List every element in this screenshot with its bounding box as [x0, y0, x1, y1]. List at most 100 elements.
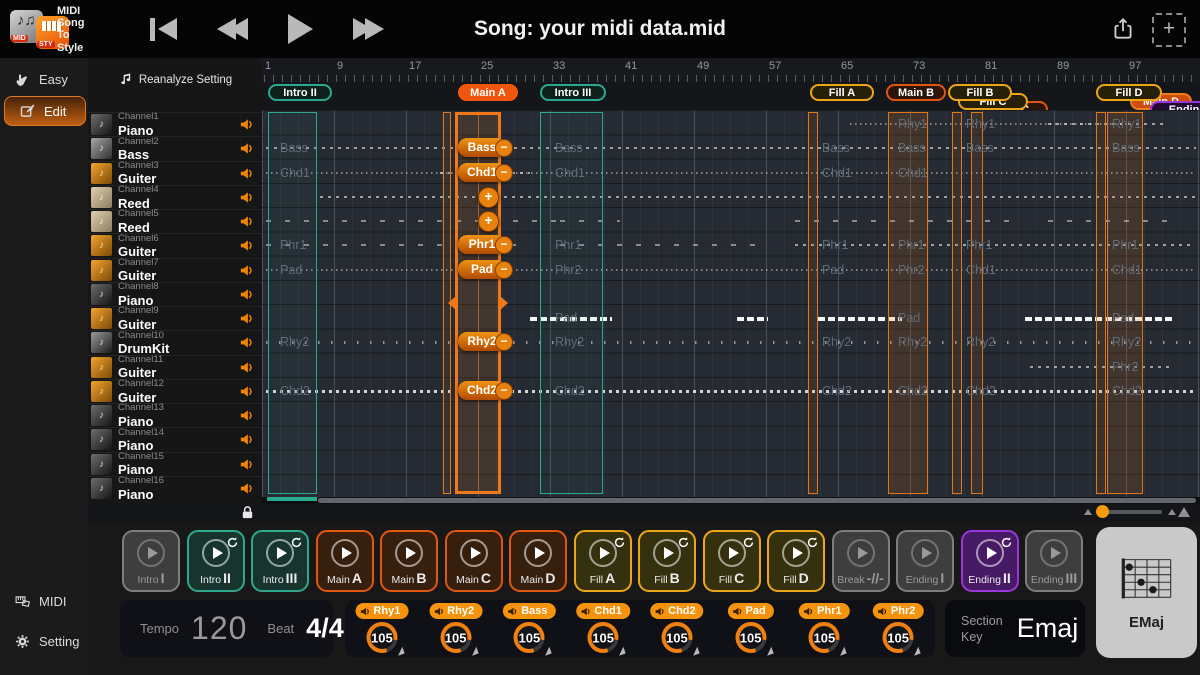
reanalyze-setting-button[interactable]: Reanalyze Setting	[88, 72, 262, 87]
zoom-in-icon[interactable]	[1178, 507, 1190, 517]
track-mute-pill-pad[interactable]: Pad	[728, 603, 774, 619]
section-button-ending-ii[interactable]: EndingII	[961, 530, 1019, 592]
part-pill-phr1[interactable]: Phr1 −	[458, 235, 506, 254]
accent-region[interactable]	[952, 112, 962, 494]
speaker-icon[interactable]	[239, 263, 254, 278]
speaker-icon[interactable]	[239, 384, 254, 399]
part-pill-chd2[interactable]: Chd2 −	[458, 381, 506, 400]
remove-part-icon[interactable]: −	[495, 236, 513, 254]
channel-row-channel3[interactable]: ♪ Channel3 Guiter	[88, 161, 262, 185]
channel-row-channel6[interactable]: ♪ Channel6 Guiter	[88, 233, 262, 257]
timeline-section-intro-iii[interactable]: Intro III	[540, 84, 606, 101]
volume-knob-rhy1[interactable]: 105	[366, 622, 397, 653]
play-button[interactable]	[288, 14, 313, 44]
channel-row-channel7[interactable]: ♪ Channel7 Guiter	[88, 258, 262, 282]
measure-ruler[interactable]: 191725334149576573818997	[262, 58, 1200, 83]
section-button-fill-d[interactable]: FillD	[767, 530, 825, 592]
lock-icon[interactable]	[240, 505, 255, 520]
channel-row-channel2[interactable]: ♪ Channel2 Bass	[88, 136, 262, 160]
section-button-main-c[interactable]: MainC	[445, 530, 503, 592]
track-mute-pill-chd2[interactable]: Chd2	[650, 603, 704, 619]
zoom-slider[interactable]	[1098, 510, 1162, 514]
speaker-icon[interactable]	[239, 141, 254, 156]
zoom-out-icon[interactable]	[1084, 509, 1092, 515]
timeline-section-main-b[interactable]: Main B	[886, 84, 946, 101]
volume-knob-phr1[interactable]: 105	[809, 622, 840, 653]
part-pill-pad[interactable]: Pad −	[458, 260, 506, 279]
sidebar-item-edit[interactable]: Edit	[4, 96, 86, 126]
channel-row-channel8[interactable]: ♪ Channel8 Piano	[88, 282, 262, 306]
channel-row-channel10[interactable]: ♪ Channel10 DrumKit	[88, 330, 262, 354]
channel-row-channel12[interactable]: ♪ Channel12 Guiter	[88, 379, 262, 403]
part-pill-rhy2[interactable]: Rhy2 −	[458, 332, 506, 351]
speaker-icon[interactable]	[239, 117, 254, 132]
volume-knob-chd2[interactable]: 105	[661, 622, 692, 653]
section-button-main-d[interactable]: MainD	[509, 530, 567, 592]
timeline-section-fill-d[interactable]: Fill D	[1096, 84, 1162, 101]
remove-part-icon[interactable]: −	[495, 164, 513, 182]
volume-knob-pad[interactable]: 105	[735, 622, 766, 653]
channel-row-channel9[interactable]: ♪ Channel9 Guiter	[88, 306, 262, 330]
remove-part-icon[interactable]: −	[495, 382, 513, 400]
timeline-section-fill-a[interactable]: Fill A	[810, 84, 874, 101]
speaker-icon[interactable]	[239, 335, 254, 350]
zoom-in-small-icon[interactable]	[1168, 509, 1176, 515]
channel-row-channel5[interactable]: ♪ Channel5 Reed	[88, 209, 262, 233]
section-button-fill-b[interactable]: FillB	[638, 530, 696, 592]
section-button-intro-i[interactable]: IntroI	[122, 530, 180, 592]
section-button-ending-i[interactable]: EndingI	[896, 530, 954, 592]
timeline-section-ending-ii[interactable]: Ending II	[1150, 101, 1200, 110]
channel-row-channel15[interactable]: ♪ Channel15 Piano	[88, 452, 262, 476]
scrollbar-thumb[interactable]	[318, 498, 1196, 503]
part-pill-bass[interactable]: Bass −	[458, 138, 506, 157]
track-mute-pill-rhy1[interactable]: Rhy1	[355, 603, 408, 619]
part-pill-chd1[interactable]: Chd1 −	[458, 163, 506, 182]
channel-row-channel14[interactable]: ♪ Channel14 Piano	[88, 427, 262, 451]
volume-knob-bass[interactable]: 105	[514, 622, 545, 653]
track-mute-pill-bass[interactable]: Bass	[503, 603, 555, 619]
section-button-main-a[interactable]: MainA	[316, 530, 374, 592]
track-mute-pill-rhy2[interactable]: Rhy2	[429, 603, 482, 619]
remove-part-icon[interactable]: −	[495, 333, 513, 351]
rewind-button[interactable]	[217, 18, 248, 40]
zoom-slider-knob[interactable]	[1096, 505, 1109, 518]
speaker-icon[interactable]	[239, 481, 254, 496]
add-button[interactable]: +	[1152, 13, 1186, 47]
section-key-card[interactable]: Section Key Emaj	[945, 600, 1085, 657]
section-button-intro-ii[interactable]: IntroII	[187, 530, 245, 592]
share-icon[interactable]	[1110, 16, 1136, 42]
speaker-icon[interactable]	[239, 214, 254, 229]
remove-part-icon[interactable]: −	[495, 139, 513, 157]
section-button-ending-iii[interactable]: EndingIII	[1025, 530, 1083, 592]
add-part-button[interactable]: +	[478, 187, 499, 208]
speaker-icon[interactable]	[239, 457, 254, 472]
channel-row-channel16[interactable]: ♪ Channel16 Piano	[88, 476, 262, 500]
add-part-button[interactable]: +	[478, 211, 499, 232]
section-button-main-b[interactable]: MainB	[380, 530, 438, 592]
skip-to-start-button[interactable]	[150, 18, 177, 41]
selection-left-handle[interactable]	[448, 296, 456, 310]
speaker-icon[interactable]	[239, 311, 254, 326]
volume-knob-phr2[interactable]: 105	[883, 622, 914, 653]
channel-row-channel1[interactable]: ♪ Channel1 Piano	[88, 112, 262, 136]
track-mute-pill-chd1[interactable]: Chd1	[576, 603, 630, 619]
channel-row-channel4[interactable]: ♪ Channel4 Reed	[88, 185, 262, 209]
arrangement-grid[interactable]: BassChd1Phr1PadRhy2Chd2BassChd1Phr1Phr2P…	[262, 110, 1200, 497]
speaker-icon[interactable]	[239, 287, 254, 302]
timeline-section-fill-b[interactable]: Fill B	[948, 84, 1012, 101]
speaker-icon[interactable]	[239, 432, 254, 447]
accent-region[interactable]	[971, 112, 983, 494]
speaker-icon[interactable]	[239, 166, 254, 181]
track-mute-pill-phr1[interactable]: Phr1	[799, 603, 849, 619]
selection-right-handle[interactable]	[500, 296, 508, 310]
sidebar-item-midi[interactable]: MIDI	[0, 586, 88, 616]
accent-region[interactable]	[808, 112, 818, 494]
speaker-icon[interactable]	[239, 238, 254, 253]
speaker-icon[interactable]	[239, 190, 254, 205]
sidebar-item-setting[interactable]: Setting	[0, 626, 88, 656]
volume-knob-chd1[interactable]: 105	[588, 622, 619, 653]
channel-row-channel11[interactable]: ♪ Channel11 Guiter	[88, 355, 262, 379]
accent-region[interactable]	[1096, 112, 1106, 494]
beat-value[interactable]: 4/4	[306, 613, 344, 644]
horizontal-scrollbar[interactable]	[262, 497, 1200, 504]
